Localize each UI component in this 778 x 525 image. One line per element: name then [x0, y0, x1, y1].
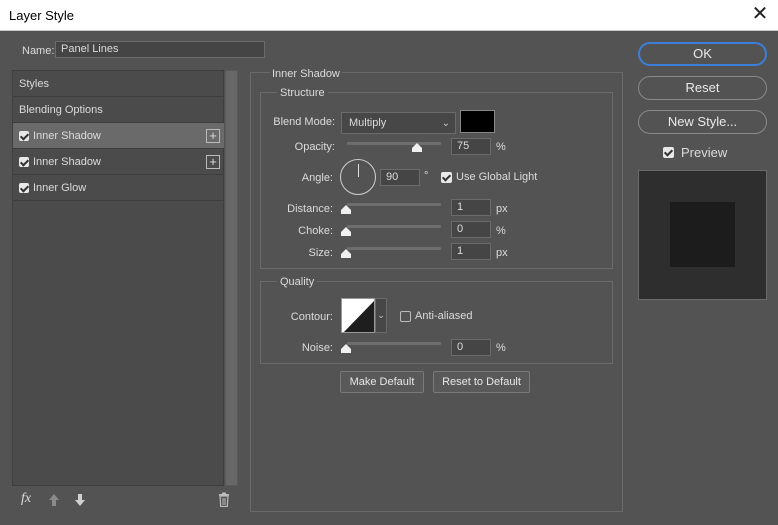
- noise-label: Noise:: [301, 342, 333, 354]
- move-up-icon[interactable]: [48, 493, 60, 507]
- checkbox-icon[interactable]: [19, 183, 29, 193]
- add-effect-icon[interactable]: +: [206, 155, 220, 169]
- reset-button[interactable]: Reset: [638, 76, 767, 100]
- checkbox-icon[interactable]: [19, 157, 29, 167]
- structure-title: Structure: [277, 87, 328, 99]
- list-item-label: Inner Shadow: [33, 130, 101, 142]
- size-slider[interactable]: [347, 247, 441, 250]
- quality-title: Quality: [277, 276, 318, 288]
- checkbox-icon[interactable]: [19, 131, 29, 141]
- size-slider-thumb[interactable]: [341, 249, 351, 258]
- noise-slider[interactable]: [347, 342, 441, 345]
- angle-label: Angle:: [301, 172, 333, 184]
- anti-aliased-checkbox[interactable]: [400, 311, 411, 322]
- global-light-label: Use Global Light: [456, 171, 538, 183]
- anti-aliased-label: Anti-aliased: [415, 310, 473, 322]
- move-down-icon[interactable]: [74, 493, 86, 507]
- name-label: Name:: [22, 45, 55, 57]
- noise-slider-thumb[interactable]: [341, 344, 351, 353]
- contour-label: Contour:: [290, 311, 333, 323]
- preview-checkbox[interactable]: [663, 147, 674, 158]
- distance-unit: px: [496, 203, 508, 215]
- inner-shadow-item-1[interactable]: Inner Shadow +: [13, 123, 224, 149]
- trash-icon[interactable]: [218, 492, 230, 507]
- list-item-label: Inner Glow: [33, 182, 87, 194]
- close-icon[interactable]: ✕: [748, 4, 772, 26]
- fx-icon[interactable]: fx: [21, 491, 31, 507]
- noise-unit: %: [496, 342, 506, 354]
- ok-button[interactable]: OK: [638, 42, 767, 66]
- blend-mode-value: Multiply: [349, 117, 387, 129]
- style-preview: [638, 170, 767, 300]
- angle-input[interactable]: 90: [380, 169, 420, 186]
- list-item-label: Styles: [19, 78, 49, 90]
- distance-input[interactable]: 1: [451, 199, 491, 216]
- window-title: Layer Style: [9, 8, 75, 23]
- blending-options-item[interactable]: Blending Options: [13, 97, 224, 123]
- styles-list-header[interactable]: Styles: [13, 71, 224, 97]
- opacity-input[interactable]: 75: [451, 138, 491, 155]
- blend-mode-select[interactable]: Multiply ⌄: [341, 112, 456, 134]
- opacity-slider[interactable]: [347, 142, 441, 145]
- styles-list: Styles Blending Options Inner Shadow + I…: [12, 70, 224, 486]
- angle-unit: °: [424, 170, 429, 182]
- add-effect-icon[interactable]: +: [206, 129, 220, 143]
- choke-input[interactable]: 0: [451, 221, 491, 238]
- choke-unit: %: [496, 225, 506, 237]
- opacity-slider-thumb[interactable]: [412, 143, 422, 152]
- distance-label: Distance:: [287, 203, 333, 215]
- name-input[interactable]: Panel Lines: [55, 41, 265, 58]
- opacity-unit: %: [496, 141, 506, 153]
- new-style-button[interactable]: New Style...: [638, 110, 767, 134]
- reset-to-default-button[interactable]: Reset to Default: [433, 371, 530, 393]
- chevron-down-icon: ⌄: [441, 118, 450, 129]
- inner-shadow-item-2[interactable]: Inner Shadow +: [13, 149, 224, 175]
- choke-label: Choke:: [298, 225, 333, 237]
- chevron-down-icon[interactable]: ⌄: [375, 298, 387, 333]
- distance-slider[interactable]: [347, 203, 441, 206]
- size-unit: px: [496, 247, 508, 259]
- list-scrollbar-thumb[interactable]: [226, 71, 237, 485]
- inner-glow-item[interactable]: Inner Glow: [13, 175, 224, 201]
- size-label: Size:: [308, 247, 333, 259]
- choke-slider[interactable]: [347, 225, 441, 228]
- global-light-checkbox[interactable]: [441, 172, 452, 183]
- choke-slider-thumb[interactable]: [341, 227, 351, 236]
- contour-picker[interactable]: [341, 298, 375, 333]
- noise-input[interactable]: 0: [451, 339, 491, 356]
- list-item-label: Inner Shadow: [33, 156, 101, 168]
- opacity-label: Opacity:: [294, 141, 335, 153]
- panel-title: Inner Shadow: [270, 68, 342, 80]
- distance-slider-thumb[interactable]: [341, 205, 351, 214]
- preview-label: Preview: [681, 145, 728, 160]
- preview-swatch: [670, 202, 735, 267]
- shadow-color-swatch[interactable]: [460, 110, 495, 133]
- size-input[interactable]: 1: [451, 243, 491, 260]
- contour-curve-icon: [342, 299, 374, 332]
- blend-mode-label: Blend Mode:: [273, 116, 335, 128]
- list-item-label: Blending Options: [19, 104, 103, 116]
- effects-footer: fx: [12, 490, 238, 510]
- make-default-button[interactable]: Make Default: [340, 371, 424, 393]
- title-bar: Layer Style ✕: [0, 0, 778, 31]
- angle-dial[interactable]: [340, 159, 376, 195]
